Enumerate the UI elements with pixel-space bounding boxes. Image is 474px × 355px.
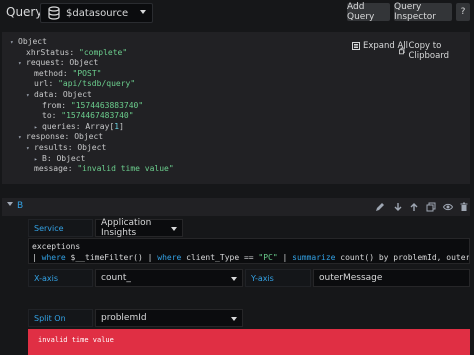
tree-value: "complete" xyxy=(79,47,128,57)
tree-value: "1574467483740" xyxy=(61,111,134,121)
move-down-icon[interactable] xyxy=(393,202,403,212)
split-on-select[interactable]: problemId xyxy=(95,309,243,327)
tree-value: "POST" xyxy=(72,68,102,78)
datasource-select[interactable]: $datasource xyxy=(40,3,153,23)
database-icon xyxy=(48,6,60,20)
tree-row: to: "1574467483740" xyxy=(10,111,174,122)
query-header: Query $datasource Add Query Query Inspec… xyxy=(0,0,474,26)
tree-row: url: "api/tsdb/query" xyxy=(10,79,174,90)
collapse-chevron-icon[interactable] xyxy=(7,202,13,206)
tree-key: Object xyxy=(18,37,47,46)
error-message: invalid time value xyxy=(28,329,470,355)
tree-row[interactable]: ▾ response: Object xyxy=(10,132,174,143)
service-label: Service xyxy=(28,219,93,237)
response-tree: ▾ Object xhrStatus: "complete" ▾ request: Ob… xyxy=(10,37,174,175)
y-axis-label: Y-axis xyxy=(245,269,311,287)
tree-key: message: xyxy=(34,164,73,174)
tree-value: "1574463883740" xyxy=(70,100,144,110)
tree-value: Object xyxy=(77,142,107,152)
tree-row[interactable]: ▾ data: Object xyxy=(10,90,174,101)
chevron-down-icon xyxy=(231,317,237,321)
tree-key: queries: xyxy=(42,121,81,131)
service-select[interactable]: Application Insights xyxy=(95,218,183,238)
tree-key: url: xyxy=(34,79,54,89)
split-on-label: Split On xyxy=(28,309,93,327)
tree-key: to: xyxy=(42,111,57,121)
move-up-icon[interactable] xyxy=(409,202,419,212)
tree-value: Array[1] xyxy=(85,121,124,131)
caret-down-icon[interactable]: ▾ xyxy=(26,91,34,102)
add-query-button[interactable]: Add Query xyxy=(347,2,390,22)
y-axis-value: outerMessage xyxy=(319,273,383,283)
tree-row[interactable]: ▾ request: Object xyxy=(10,58,174,69)
help-button[interactable]: ? xyxy=(456,3,470,21)
caret-down-icon[interactable]: ▾ xyxy=(10,38,18,49)
trash-icon[interactable] xyxy=(459,202,469,212)
query-line-1: exceptions xyxy=(32,242,81,251)
caret-down-icon[interactable]: ▾ xyxy=(26,144,34,155)
query-ref-id: B xyxy=(17,201,24,211)
datasource-value: $datasource xyxy=(66,7,129,19)
edit-icon[interactable] xyxy=(375,202,385,212)
tree-value: Object xyxy=(74,132,104,142)
tree-value: Object xyxy=(56,153,86,163)
query-row-header[interactable]: B xyxy=(2,198,470,216)
tree-row[interactable]: ▾ Object xyxy=(10,37,174,48)
tree-key: method: xyxy=(34,68,68,78)
caret-down-icon[interactable]: ▾ xyxy=(18,59,26,70)
tree-value: "invalid time value" xyxy=(77,164,174,174)
chevron-down-icon xyxy=(171,227,177,231)
query-editor[interactable]: exceptions | where $__timeFilter() | wher… xyxy=(28,238,470,264)
tree-key: xhrStatus: xyxy=(26,47,75,57)
query-inspector-button[interactable]: Query Inspector xyxy=(394,2,452,22)
duplicate-icon[interactable] xyxy=(426,202,436,212)
tree-key: data: xyxy=(34,89,59,99)
chevron-down-icon xyxy=(140,10,146,14)
tree-row[interactable]: ▸ queries: Array[1] xyxy=(10,122,174,133)
page-title: Query xyxy=(6,5,43,19)
eye-icon[interactable] xyxy=(443,202,453,212)
tree-key: request: xyxy=(26,58,65,68)
tree-key: B: xyxy=(42,153,52,163)
tree-row[interactable]: ▾ results: Object xyxy=(10,143,174,154)
x-axis-value: count_ xyxy=(101,273,131,283)
tree-row[interactable]: ▸ B: Object xyxy=(10,154,174,165)
caret-down-icon[interactable]: ▾ xyxy=(18,133,26,144)
tree-row: xhrStatus: "complete" xyxy=(10,48,174,59)
tree-row: method: "POST" xyxy=(10,69,174,80)
tree-value: "api/tsdb/query" xyxy=(58,79,136,89)
tree-row: message: "invalid time value" xyxy=(10,164,174,175)
tree-row: from: "1574463883740" xyxy=(10,101,174,112)
tree-value: Object xyxy=(69,58,99,68)
tree-key: response: xyxy=(26,132,70,142)
x-axis-select[interactable]: count_ xyxy=(95,269,243,287)
service-value: Application Insights xyxy=(101,218,152,238)
copy-icon xyxy=(399,47,406,55)
x-axis-label: X-axis xyxy=(28,269,93,287)
query-inspector-panel: ▾ Object xhrStatus: "complete" ▾ request: Ob… xyxy=(2,32,470,184)
split-on-value: problemId xyxy=(101,313,147,323)
copy-to-clipboard-link[interactable]: Copy to Clipboard xyxy=(399,41,470,61)
expand-icon xyxy=(352,42,360,50)
tree-value: Object xyxy=(62,89,92,99)
tree-key: results: xyxy=(34,142,73,152)
query-line-2: | where $__timeFilter() | where client_T… xyxy=(32,253,470,262)
tree-key: from: xyxy=(42,100,67,110)
y-axis-select[interactable]: outerMessage xyxy=(313,269,470,287)
copy-label: Copy to Clipboard xyxy=(408,41,450,61)
chevron-down-icon xyxy=(231,277,237,281)
